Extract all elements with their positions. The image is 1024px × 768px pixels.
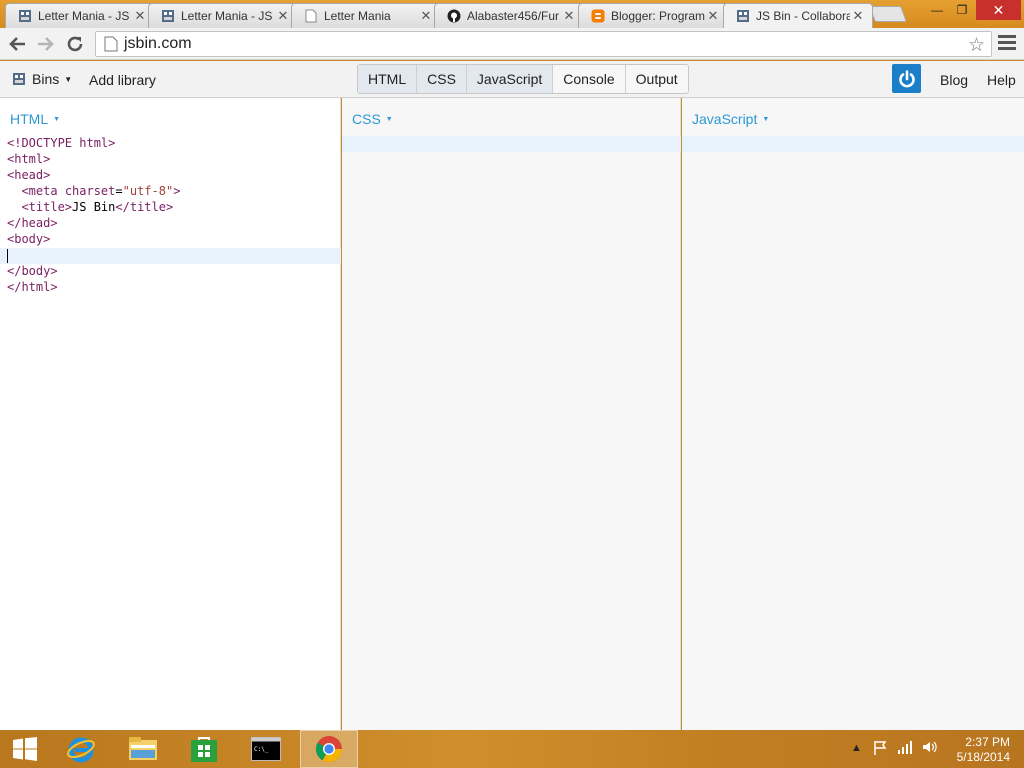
- code-line: </head>: [7, 216, 58, 230]
- browser-tab[interactable]: Alabaster456/Fur ✕: [434, 3, 584, 28]
- close-icon[interactable]: ✕: [418, 8, 434, 24]
- jsbin-header: Bins ▼ Add library HTML CSS JavaScript C…: [0, 61, 1024, 98]
- network-icon[interactable]: [897, 740, 913, 757]
- command-prompt-icon[interactable]: C:\_: [237, 730, 295, 768]
- window-close-icon[interactable]: ✕: [976, 0, 1021, 20]
- restore-icon[interactable]: ❐: [950, 0, 974, 20]
- active-line-highlight: [342, 136, 681, 152]
- browser-tab[interactable]: Letter Mania - JS ✕: [148, 3, 298, 28]
- code-line: <!DOCTYPE html>: [7, 136, 116, 150]
- panel-label-text: JavaScript: [692, 111, 758, 127]
- tab-title: Blogger: Program: [611, 9, 705, 23]
- browser-toolbar: jsbin.com ☆: [0, 28, 1024, 60]
- tab-title: Letter Mania: [324, 9, 391, 23]
- clock-time: 2:37 PM: [965, 735, 1010, 749]
- blog-link[interactable]: Blog: [940, 72, 968, 88]
- store-icon[interactable]: [175, 730, 233, 768]
- jsbin-icon: [736, 9, 750, 23]
- action-center-flag-icon[interactable]: [873, 740, 887, 759]
- close-icon[interactable]: ✕: [850, 8, 866, 24]
- toggle-css[interactable]: CSS: [417, 65, 467, 93]
- code-line: <meta charset="utf-8">: [21, 184, 181, 198]
- toggle-console[interactable]: Console: [553, 65, 626, 93]
- page-icon: [104, 36, 118, 52]
- show-hidden-icons-icon[interactable]: ▲: [851, 742, 862, 754]
- new-tab-button[interactable]: [869, 6, 907, 22]
- windows-taskbar: C:\_ ▲ 2:37 PM 5/18/2014: [0, 730, 1024, 768]
- code-line: <title>JS Bin</title>: [21, 200, 174, 214]
- github-icon: [447, 9, 461, 23]
- code-line: </body>: [7, 264, 58, 278]
- html-panel-label[interactable]: HTML ▼: [10, 111, 60, 127]
- tab-title: Letter Mania - JS: [181, 9, 273, 23]
- panel-toggle-group: HTML CSS JavaScript Console Output: [357, 64, 689, 94]
- html-panel[interactable]: HTML ▼ <!DOCTYPE html> <html> <head> <me…: [0, 98, 341, 730]
- caret-down-icon: ▼: [53, 115, 61, 123]
- code-line: <head>: [7, 168, 51, 182]
- panel-label-text: CSS: [352, 111, 381, 127]
- help-link[interactable]: Help: [987, 72, 1016, 88]
- jsbin-logo-icon: [13, 73, 25, 85]
- browser-tab-active[interactable]: JS Bin - Collabora ✕: [723, 3, 873, 28]
- close-icon[interactable]: ✕: [275, 8, 291, 24]
- caret-down-icon: ▼: [762, 115, 770, 123]
- browser-tab[interactable]: Letter Mania - JS ✕: [5, 3, 155, 28]
- active-line-highlight: [682, 136, 1024, 152]
- file-explorer-icon[interactable]: [114, 730, 172, 768]
- svg-text:C:\_: C:\_: [254, 746, 269, 753]
- tab-title: JS Bin - Collabora: [756, 9, 850, 23]
- menu-icon[interactable]: [998, 35, 1016, 53]
- add-library-button[interactable]: Add library: [89, 72, 156, 88]
- address-bar[interactable]: jsbin.com ☆: [95, 31, 992, 57]
- back-icon[interactable]: [5, 32, 29, 56]
- close-icon[interactable]: ✕: [132, 8, 148, 24]
- bookmark-star-icon[interactable]: ☆: [968, 34, 985, 57]
- toggle-output[interactable]: Output: [626, 65, 688, 93]
- browser-tab-strip: Letter Mania - JS ✕ Letter Mania - JS ✕ …: [0, 0, 1024, 28]
- text-cursor: [7, 249, 8, 263]
- caret-down-icon: ▼: [64, 74, 73, 84]
- panel-label-text: HTML: [10, 111, 49, 127]
- tab-title: Letter Mania - JS: [38, 9, 130, 23]
- caret-down-icon: ▼: [385, 115, 393, 123]
- jsbin-icon: [161, 9, 175, 23]
- power-icon[interactable]: [892, 64, 921, 93]
- toggle-html[interactable]: HTML: [358, 65, 418, 93]
- code-line: </html>: [7, 280, 58, 294]
- javascript-panel[interactable]: JavaScript ▼: [682, 98, 1024, 730]
- editor-panels: HTML ▼ <!DOCTYPE html> <html> <head> <me…: [0, 98, 1024, 730]
- reload-icon[interactable]: [63, 32, 87, 56]
- css-panel-label[interactable]: CSS ▼: [352, 111, 393, 127]
- css-panel[interactable]: CSS ▼: [342, 98, 681, 730]
- clock-date: 5/18/2014: [956, 750, 1010, 764]
- close-icon[interactable]: ✕: [705, 8, 721, 24]
- forward-icon[interactable]: [34, 32, 58, 56]
- page-icon: [304, 9, 318, 23]
- javascript-panel-label[interactable]: JavaScript ▼: [692, 111, 769, 127]
- code-line: <html>: [7, 152, 51, 166]
- bins-label: Bins: [32, 71, 60, 87]
- minimize-icon[interactable]: —: [925, 0, 949, 20]
- code-line: <body>: [7, 232, 51, 246]
- internet-explorer-icon[interactable]: [52, 730, 110, 768]
- url-text: jsbin.com: [124, 35, 192, 52]
- close-icon[interactable]: ✕: [561, 8, 577, 24]
- toggle-javascript[interactable]: JavaScript: [466, 65, 554, 93]
- blogger-icon: [591, 9, 605, 23]
- browser-tab[interactable]: Letter Mania ✕: [291, 3, 441, 28]
- bins-menu[interactable]: Bins ▼: [12, 71, 72, 87]
- tab-title: Alabaster456/Fur: [467, 9, 560, 23]
- start-icon[interactable]: [0, 730, 50, 768]
- browser-tab[interactable]: Blogger: Program ✕: [578, 3, 728, 28]
- jsbin-icon: [18, 9, 32, 23]
- chrome-icon[interactable]: [300, 730, 358, 768]
- html-code-editor[interactable]: <!DOCTYPE html> <html> <head> <meta char…: [7, 135, 180, 295]
- system-clock[interactable]: 2:37 PM 5/18/2014: [930, 735, 1010, 765]
